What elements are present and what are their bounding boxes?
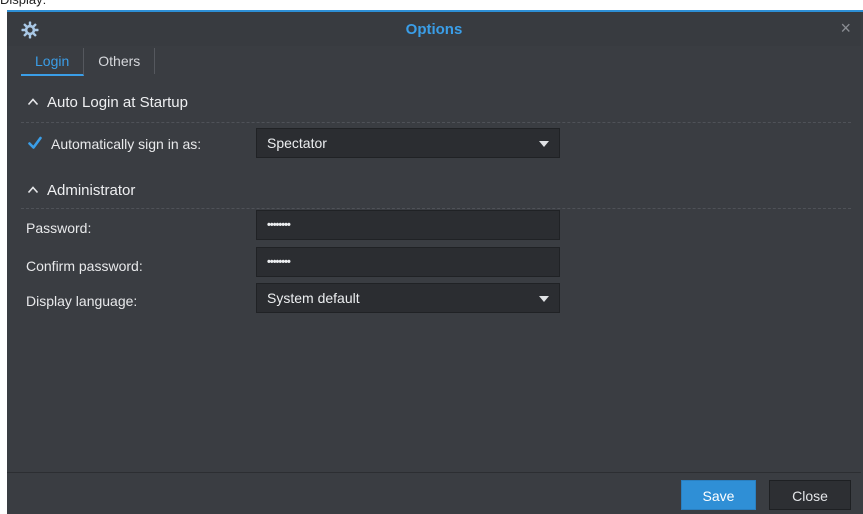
save-button[interactable]: Save [681, 480, 756, 510]
dialog-title: Options [405, 21, 463, 38]
section-header-auto-login[interactable]: Auto Login at Startup [7, 86, 861, 120]
footer-divider [7, 472, 861, 473]
section-title-auto-login: Auto Login at Startup [47, 94, 188, 111]
sign-in-user-select[interactable]: Spectator [256, 128, 560, 158]
tab-bar: Login Others [21, 48, 156, 76]
password-field[interactable]: •••••••• [256, 210, 560, 240]
chevron-up-icon [27, 186, 39, 194]
section-divider [21, 208, 851, 209]
title-bar[interactable]: Options × [7, 12, 861, 46]
section-divider [21, 122, 851, 123]
confirm-password-value: •••••••• [267, 256, 291, 268]
confirm-password-field[interactable]: •••••••• [256, 247, 560, 277]
sign-in-user-value: Spectator [267, 135, 327, 151]
auto-sign-in-checkbox[interactable] [28, 136, 42, 150]
chevron-down-icon [539, 141, 549, 147]
tab-others[interactable]: Others [84, 48, 156, 74]
auto-sign-in-label: Automatically sign in as: [51, 136, 202, 152]
confirm-password-label: Confirm password: [26, 258, 143, 274]
chevron-up-icon [27, 98, 39, 106]
tab-login[interactable]: Login [21, 48, 85, 76]
password-label: Password: [26, 220, 92, 236]
section-header-administrator[interactable]: Administrator [7, 174, 861, 208]
background-caption: Display: [0, 0, 46, 8]
display-language-value: System default [267, 290, 360, 306]
options-dialog: Options × Login Others Auto Login at Sta… [7, 10, 863, 514]
chevron-down-icon [539, 296, 549, 302]
section-title-administrator: Administrator [47, 182, 136, 199]
password-value: •••••••• [267, 219, 291, 231]
close-button[interactable]: Close [769, 480, 851, 510]
display-language-label: Display language: [26, 293, 138, 309]
page: Display: Options × Log [0, 0, 863, 514]
close-icon[interactable]: × [840, 19, 851, 37]
display-language-select[interactable]: System default [256, 283, 560, 313]
